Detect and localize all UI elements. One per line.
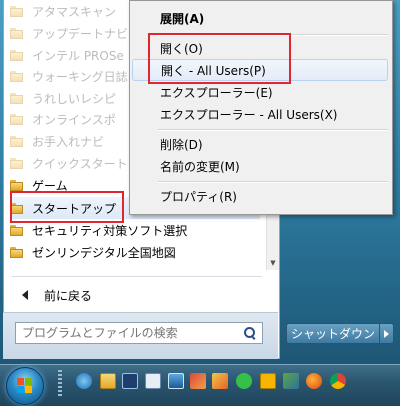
program-item-security[interactable]: セキュリティ対策ソフト選択 [10, 219, 260, 241]
menu-separator [158, 129, 388, 131]
folder-icon [10, 5, 24, 17]
program-label: クイックスタート [32, 156, 128, 171]
menu-item-label: 開く - All Users(P) [161, 63, 266, 78]
calculator-icon[interactable] [145, 373, 161, 389]
scroll-down-icon[interactable]: ▼ [267, 256, 279, 270]
menu-item-expand[interactable]: 展開(A) [132, 7, 388, 29]
program-label: インテル PROSe [32, 48, 124, 63]
menu-item-label: プロパティ(R) [160, 189, 237, 204]
folder-icon [10, 135, 24, 147]
taskbar-grip[interactable] [58, 370, 62, 398]
program-label: アタマスキャン [32, 4, 117, 19]
folder-icon [10, 70, 24, 82]
menu-item-label: 開く(O) [160, 41, 203, 56]
menu-item-label: エクスプローラー(E) [160, 85, 273, 100]
notes-icon[interactable] [260, 373, 276, 389]
program-label: うれしいレシピ [32, 91, 117, 106]
program-label: セキュリティ対策ソフト選択 [32, 223, 188, 238]
search-input[interactable] [16, 326, 242, 340]
folder-icon [10, 49, 24, 61]
menu-item-explorer-all-users[interactable]: エクスプローラー - All Users(X) [132, 103, 388, 125]
back-arrow-icon [22, 290, 28, 300]
menu-item-explorer[interactable]: エクスプローラー(E) [132, 81, 388, 103]
program-label: ゲーム [32, 178, 68, 193]
photo-icon[interactable] [190, 373, 206, 389]
search-icon[interactable] [242, 325, 258, 341]
menu-item-properties[interactable]: プロパティ(R) [132, 185, 388, 207]
start-button[interactable] [6, 367, 44, 405]
menu-item-label: エクスプローラー - All Users(X) [160, 107, 338, 122]
shutdown-label: シャットダウン [290, 327, 375, 341]
shutdown-options-button[interactable] [380, 323, 394, 344]
program-item-zenrin[interactable]: ゼンリンデジタル全国地図 [10, 241, 260, 263]
folder-icon [10, 27, 24, 39]
menu-item-open[interactable]: 開く(O) [132, 37, 388, 59]
search-area [3, 312, 278, 359]
menu-item-label: 削除(D) [160, 137, 203, 152]
folder-icon [10, 202, 24, 214]
menu-item-label: 名前の変更(M) [160, 159, 240, 174]
screen-icon[interactable] [168, 373, 184, 389]
program-label: ゼンリンデジタル全国地図 [32, 245, 176, 260]
menu-separator [158, 181, 388, 183]
menu-item-open-all-users[interactable]: 開く - All Users(P) [132, 59, 388, 81]
shutdown-button[interactable]: シャットダウン [286, 323, 380, 344]
program-label: オンラインスポ [32, 112, 116, 127]
context-menu: 展開(A) 開く(O) 開く - All Users(P) エクスプローラー(E… [129, 0, 393, 215]
paint-icon[interactable] [212, 373, 228, 389]
program-label: スタートアップ [32, 201, 117, 216]
back-button[interactable]: 前に戻る [12, 284, 262, 306]
chat-icon[interactable] [236, 373, 252, 389]
divider [12, 276, 262, 277]
explorer-icon[interactable] [100, 373, 116, 389]
chrome-icon[interactable] [330, 373, 346, 389]
menu-separator [158, 34, 388, 36]
media-icon[interactable] [122, 373, 138, 389]
program-label: アップデートナビ [32, 26, 129, 41]
windows-logo-icon [17, 378, 33, 394]
folder-icon [10, 157, 24, 169]
search-box[interactable] [15, 322, 263, 344]
folder-icon [10, 246, 24, 258]
folder-icon [10, 224, 24, 236]
program-label: ウォーキング日誌 [32, 69, 128, 84]
ie-icon[interactable] [76, 373, 92, 389]
folder-icon [10, 179, 24, 191]
firefox-icon[interactable] [306, 373, 322, 389]
back-label: 前に戻る [44, 288, 93, 303]
menu-item-label: 展開(A) [160, 11, 205, 26]
folder-icon [10, 113, 24, 125]
folder-icon [10, 92, 24, 104]
games-icon[interactable] [283, 373, 299, 389]
chevron-right-icon [384, 329, 389, 338]
menu-item-rename[interactable]: 名前の変更(M) [132, 155, 388, 177]
menu-item-delete[interactable]: 削除(D) [132, 133, 388, 155]
program-label: お手入れナビ [32, 134, 105, 149]
